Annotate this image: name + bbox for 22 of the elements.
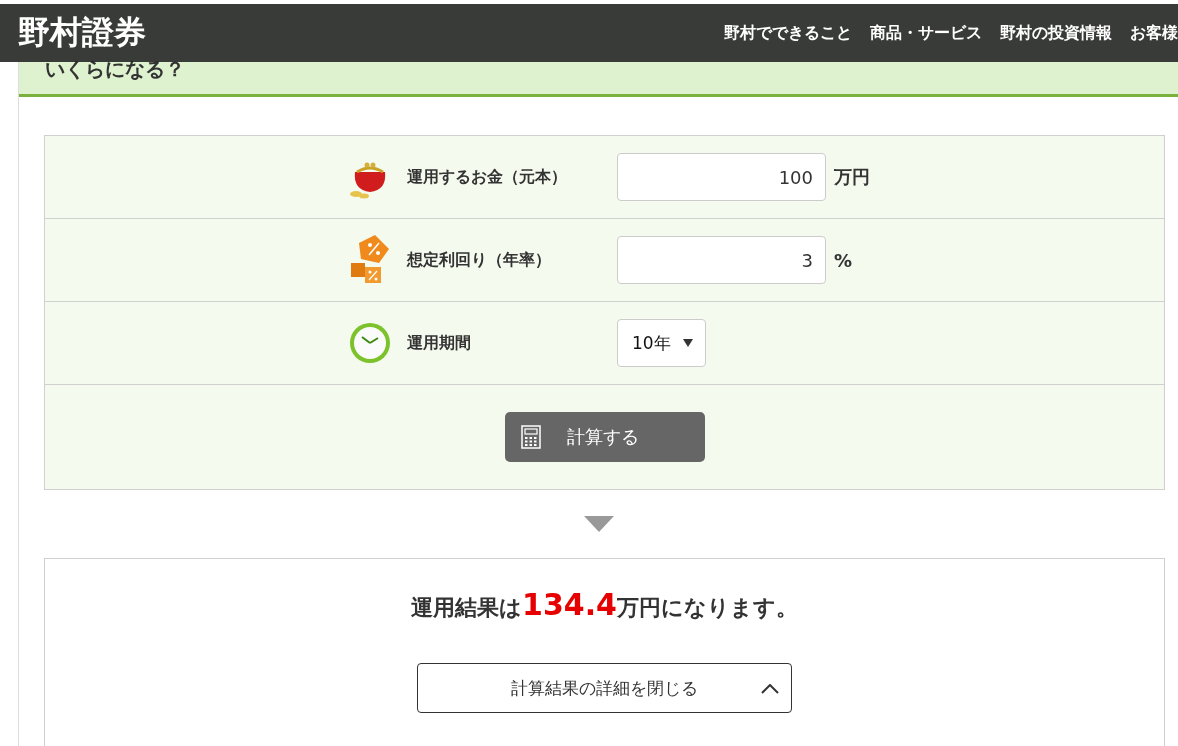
unit-label: % [834, 249, 853, 271]
down-arrow-icon [583, 516, 614, 532]
unit-label: 万円 [834, 165, 870, 189]
nav-link[interactable]: 商品・サービス [870, 22, 982, 44]
nav-link[interactable]: 野村でできること [724, 22, 852, 44]
clock-icon [347, 320, 393, 366]
nav-link[interactable]: お客様 [1130, 22, 1178, 44]
field-label: 運用するお金（元本） [407, 166, 568, 188]
number-input-field[interactable]: 100 [617, 153, 826, 201]
chevron-up-icon [761, 684, 779, 694]
calculate-button[interactable]: 計算する [504, 412, 705, 462]
dropdown-arrow-icon [682, 339, 693, 347]
nav-link[interactable]: 野村の投資情報 [1000, 22, 1112, 44]
field-label: 想定利回り（年率） [407, 249, 552, 271]
page-title: いくらになる？ [45, 56, 185, 83]
result-text: 運用結果は 134.4万円になります。 [411, 587, 798, 623]
details-toggle-button[interactable]: 計算結果の詳細を閉じる [417, 663, 792, 713]
field-label: 運用期間 [407, 332, 472, 354]
logo-text[interactable]: 野村證券 [18, 11, 146, 55]
number-input-field[interactable]: 3 [617, 236, 826, 284]
calculator-icon [520, 425, 541, 449]
period-dropdown[interactable]: 10年 [617, 319, 706, 367]
